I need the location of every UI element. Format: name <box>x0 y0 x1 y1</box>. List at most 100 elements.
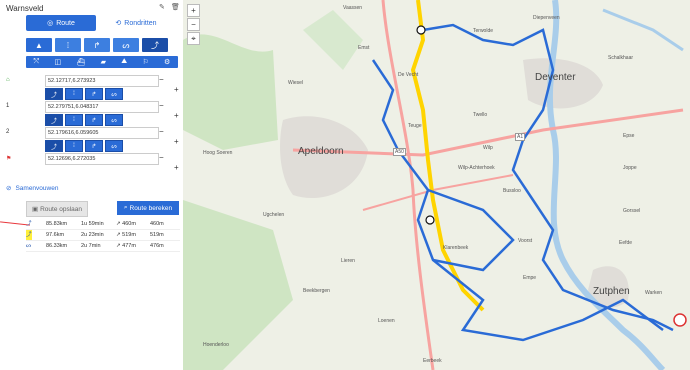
profile-curvy-button[interactable]: ↱ <box>85 140 103 152</box>
add-waypoint-button[interactable]: + <box>174 164 179 172</box>
segment-profile-selector: ⤴ ⁞ ↱ ᔕ <box>45 114 123 126</box>
duration: 2u 23min <box>81 232 104 238</box>
remove-waypoint-button[interactable]: − <box>159 102 164 110</box>
distance: 86.33km <box>46 243 68 249</box>
remove-waypoint-button[interactable]: − <box>159 154 164 162</box>
ferry-icon[interactable]: ⛴ <box>76 58 85 66</box>
town-label: Klarenbeek <box>443 245 469 251</box>
segment-profile-selector: ⤴ ⁞ ↱ ᔕ <box>45 88 123 100</box>
town-label: Vaassen <box>343 5 363 11</box>
tab-rondritten[interactable]: ⟲ Rondritten <box>100 15 172 31</box>
town-label: Wilp <box>483 145 493 151</box>
add-waypoint-button[interactable]: + <box>174 138 179 146</box>
profile-highway-button[interactable]: ▲ <box>26 38 52 52</box>
location-pin-icon[interactable]: ⌖ <box>187 32 200 45</box>
profile-curvy-button[interactable]: ↱ <box>85 114 103 126</box>
route-result-row[interactable]: ⤴ 85.83km 1u 59min ↗ 460m 460m <box>26 219 180 230</box>
tab-route[interactable]: ◎ Route <box>26 15 96 31</box>
profile-extra-curvy-button[interactable]: ⤴ <box>142 38 168 52</box>
waypoint-input[interactable]: 52.279751,6.048317 <box>45 101 159 113</box>
profile-very-curvy-button[interactable]: ᔕ <box>105 140 123 152</box>
ascent: ↗ 477m <box>116 243 136 249</box>
distance: 97.6km <box>46 232 65 238</box>
town-label: De Vecht <box>398 72 419 78</box>
distance: 85.83km <box>46 221 68 227</box>
settings-icon[interactable]: ⚙ <box>164 58 170 66</box>
city-label: Zutphen <box>593 286 630 297</box>
waypoint-input[interactable]: 52.12717,6.273923 <box>45 75 159 87</box>
remove-waypoint-button[interactable]: − <box>159 76 164 84</box>
town-label: Wiesel <box>288 80 304 86</box>
town-label: Joppe <box>623 165 637 171</box>
route-icon[interactable]: ⤲ <box>34 58 40 66</box>
waypoint-input[interactable]: 52.179616,6.059605 <box>45 127 159 139</box>
pencil-icon[interactable]: ✎ <box>159 3 165 11</box>
sidebar: Warnsveld ✎ 🗑 ◎ Route ⟲ Rondritten ▲ ⁞ ↱ ᔕ… <box>0 0 184 370</box>
duration: 2u 7min <box>81 243 101 249</box>
route-profile-buttons: ▲ ⁞ ↱ ᔕ ⤴ <box>26 38 168 52</box>
town-label: Eefde <box>619 240 633 246</box>
town-label: Terwolde <box>473 28 494 34</box>
add-waypoint-button[interactable]: + <box>174 112 179 120</box>
home-icon: ⌂ <box>6 77 10 83</box>
city-label: Deventer <box>535 72 576 83</box>
highway-avoid-icon[interactable]: ⚐ <box>142 58 148 66</box>
car-icon[interactable]: ▰ <box>101 58 106 66</box>
waypoint-2-marker <box>425 215 435 225</box>
trash-icon[interactable]: 🗑 <box>171 3 180 11</box>
ascent: ↗ 519m <box>116 232 136 238</box>
town-label: Hoog Soeren <box>203 150 233 156</box>
town-label: Ugchelen <box>263 212 285 218</box>
profile-extra-curvy-button[interactable]: ⤴ <box>45 140 63 152</box>
avoid-options: ⤲ ◫ ⛴ ▰ ⛰ ⚐ ⚙ <box>26 56 178 68</box>
profile-curvy-button[interactable]: ↱ <box>85 88 103 100</box>
add-waypoint-button[interactable]: + <box>174 86 179 94</box>
profile-very-curvy-button[interactable]: ᔕ <box>113 38 139 52</box>
toll-icon[interactable]: ◫ <box>55 58 62 66</box>
compass-icon: ◎ <box>47 20 54 27</box>
duration: 1u 59min <box>81 221 104 227</box>
waypoint-number: 2 <box>6 129 10 135</box>
waypoint-number: 1 <box>6 103 10 109</box>
town-label: Teuge <box>408 123 422 129</box>
route-result-row[interactable]: ᔕ 86.33km 2u 7min ↗ 477m 476m <box>26 241 180 252</box>
descent: 460m <box>150 221 164 227</box>
map[interactable]: Apeldoorn Deventer Zutphen Vaassen Terwo… <box>183 0 690 370</box>
town-label: Emst <box>358 45 370 51</box>
waypoint-1-marker <box>416 25 426 35</box>
road-shield: A1 <box>515 133 526 141</box>
road-shield: A50 <box>393 148 406 156</box>
loop-icon: ⟲ <box>115 20 122 27</box>
town-label: Empe <box>523 275 537 281</box>
town-label: Wilp-Achterhoek <box>458 165 495 171</box>
unpaved-icon[interactable]: ⛰ <box>121 58 127 66</box>
page-title: Warnsveld <box>6 4 44 13</box>
profile-straight-button[interactable]: ⁞ <box>65 114 83 126</box>
profile-straight-button[interactable]: ⁞ <box>65 140 83 152</box>
very-curvy-icon: ᔕ <box>26 243 31 249</box>
town-label: Hoenderloo <box>203 342 229 348</box>
town-label: Twello <box>473 112 488 118</box>
route-result-row[interactable]: ⤴ 97.6km 2u 23min ↗ 519m 519m <box>26 230 180 241</box>
segment-profile-selector: ⤴ ⁞ ↱ ᔕ <box>45 140 123 152</box>
town-label: Schalkhaar <box>608 55 634 61</box>
waypoint-input[interactable]: 52.12696,6.272035 <box>45 153 159 165</box>
save-icon: ▣ <box>31 206 39 213</box>
profile-very-curvy-button[interactable]: ᔕ <box>105 88 123 100</box>
profile-extra-curvy-button[interactable]: ⤴ <box>45 88 63 100</box>
collapse-button[interactable]: ⊘ Samenvouwen <box>6 184 58 193</box>
profile-very-curvy-button[interactable]: ᔕ <box>105 114 123 126</box>
zoom-out-button[interactable]: − <box>187 18 200 31</box>
flag-icon: ⚑ <box>6 156 12 162</box>
profile-straight-button[interactable]: ⁞ <box>55 38 81 52</box>
save-route-button[interactable]: ▣ Route opslaan <box>26 201 88 217</box>
curvy-icon: ⤴ <box>26 221 32 227</box>
profile-straight-button[interactable]: ⁞ <box>65 88 83 100</box>
forest-area <box>183 34 278 150</box>
calculate-route-button[interactable]: ⌕ Route bereken <box>117 201 179 215</box>
remove-waypoint-button[interactable]: − <box>159 128 164 136</box>
zoom-in-button[interactable]: + <box>187 4 200 17</box>
profile-extra-curvy-button[interactable]: ⤴ <box>45 114 63 126</box>
town-label: Epse <box>623 133 635 139</box>
profile-curvy-button[interactable]: ↱ <box>84 38 110 52</box>
